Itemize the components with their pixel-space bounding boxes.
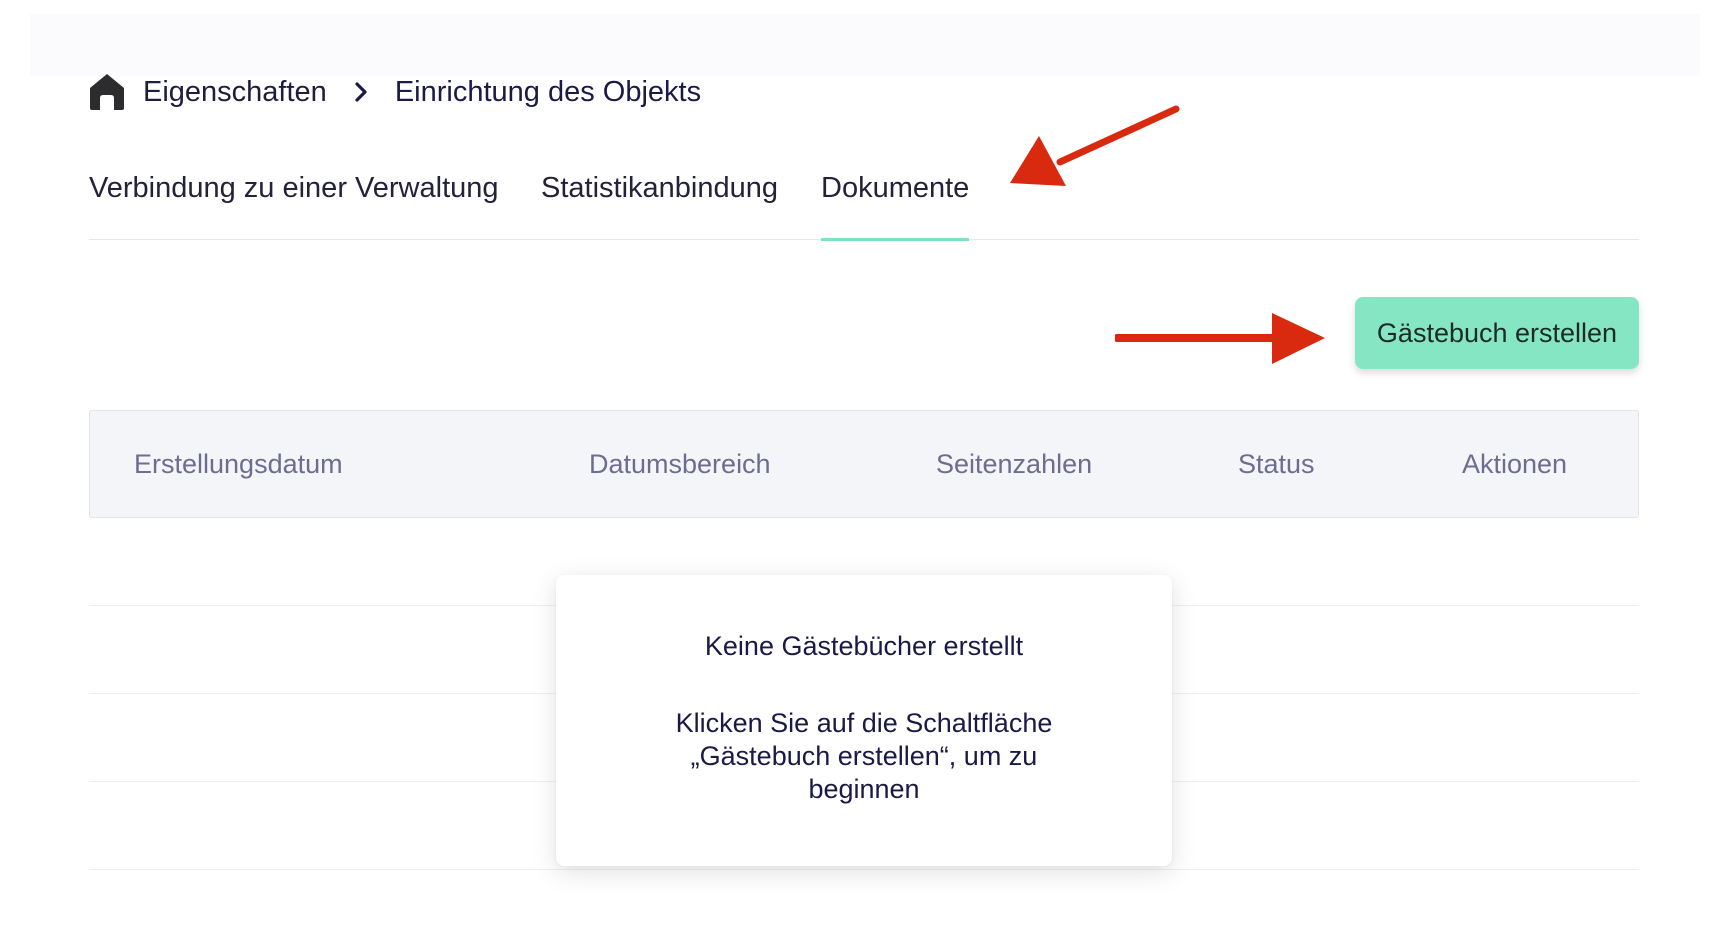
chevron-right-icon [355,82,367,102]
empty-state-title: Keine Gästebücher erstellt [704,631,1024,661]
column-header-created[interactable]: Erstellungsdatum [134,411,343,517]
table-row-divider [89,869,1639,870]
tab-documents[interactable]: Dokumente [821,168,970,241]
breadcrumb-item-properties[interactable]: Eigenschaften [143,72,327,112]
table-header: Erstellungsdatum Datumsbereich Seitenzah… [89,410,1639,518]
column-header-actions: Aktionen [1462,449,1568,479]
annotation-arrow-tab [1010,105,1180,186]
tab-management-connection[interactable]: Verbindung zu einer Verwaltung [89,168,499,240]
top-bar [30,14,1700,76]
empty-state-card: Keine Gästebücher erstellt Klicken Sie a… [556,575,1172,866]
column-header-page-count[interactable]: Seitenzahlen [936,411,1092,517]
create-guestbook-button[interactable]: Gästebuch erstellen [1355,297,1639,369]
breadcrumb: Eigenschaften Einrichtung des Objekts [89,72,701,112]
empty-state-text: Klicken Sie auf die Schaltfläche „Gästeb… [675,708,1053,804]
breadcrumb-item-current: Einrichtung des Objekts [394,76,702,108]
column-header-status[interactable]: Status [1238,411,1315,517]
column-header-date-range[interactable]: Datumsbereich [589,411,771,517]
annotation-arrow-button [1115,313,1325,364]
tab-statistics-connection[interactable]: Statistikanbindung [541,168,778,240]
tab-bar: Verbindung zu einer Verwaltung Statistik… [89,160,1639,241]
home-icon[interactable] [89,73,125,111]
page: Eigenschaften Einrichtung des Objekts Ve… [0,0,1730,934]
